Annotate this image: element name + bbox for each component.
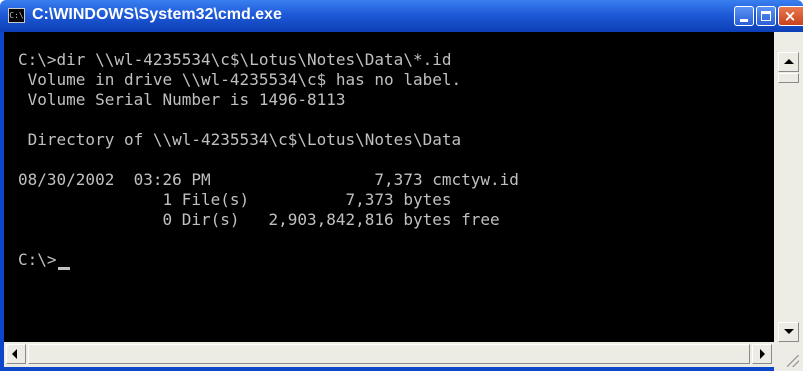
close-button[interactable]: × — [778, 6, 803, 26]
minimize-button[interactable] — [734, 6, 754, 26]
scroll-up-button[interactable] — [778, 52, 799, 72]
minimize-icon — [740, 19, 748, 22]
arrow-down-icon — [784, 329, 794, 334]
window-frame-bottom — [0, 367, 774, 371]
window-title: C:\WINDOWS\System32\cmd.exe — [32, 6, 282, 23]
cmd-icon[interactable]: C:\ — [8, 8, 25, 23]
scroll-down-button[interactable] — [778, 322, 799, 342]
scroll-left-button[interactable] — [6, 344, 26, 364]
horizontal-scroll-thumb[interactable] — [28, 344, 750, 364]
scroll-right-button[interactable] — [752, 344, 772, 364]
maximize-button[interactable] — [756, 6, 776, 26]
console-line: 1 File(s) 7,373 bytes — [18, 190, 452, 209]
arrow-right-icon — [760, 349, 765, 359]
vertical-scrollbar[interactable] — [774, 32, 803, 342]
prompt-line: C:\> — [18, 250, 57, 269]
horizontal-scrollbar[interactable] — [4, 342, 774, 367]
close-icon: × — [783, 7, 797, 25]
console-line: 08/30/2002 03:26 PM 7,373 cmctyw.id — [18, 170, 519, 189]
console-line: 0 Dir(s) 2,903,842,816 bytes free — [18, 210, 500, 229]
console-line: Volume Serial Number is 1496-8113 — [18, 90, 346, 109]
console-output[interactable]: C:\>dir \\wl-4235534\c$\Lotus\Notes\Data… — [4, 32, 774, 342]
arrow-left-icon — [12, 349, 17, 359]
resize-grip-icon — [787, 355, 799, 367]
text-cursor — [58, 267, 70, 270]
maximize-icon — [761, 11, 771, 21]
resize-grip[interactable] — [774, 342, 803, 371]
cmd-window: C:\ C:\WINDOWS\System32\cmd.exe × C:\>di… — [0, 0, 803, 371]
console-line: Directory of \\wl-4235534\c$\Lotus\Notes… — [18, 130, 462, 149]
console-line: Volume in drive \\wl-4235534\c$ has no l… — [18, 70, 462, 89]
arrow-up-icon — [784, 59, 794, 64]
console-line: C:\>dir \\wl-4235534\c$\Lotus\Notes\Data… — [18, 50, 452, 69]
title-bar[interactable]: C:\ C:\WINDOWS\System32\cmd.exe × — [0, 0, 803, 32]
vertical-scroll-thumb[interactable] — [778, 73, 799, 83]
